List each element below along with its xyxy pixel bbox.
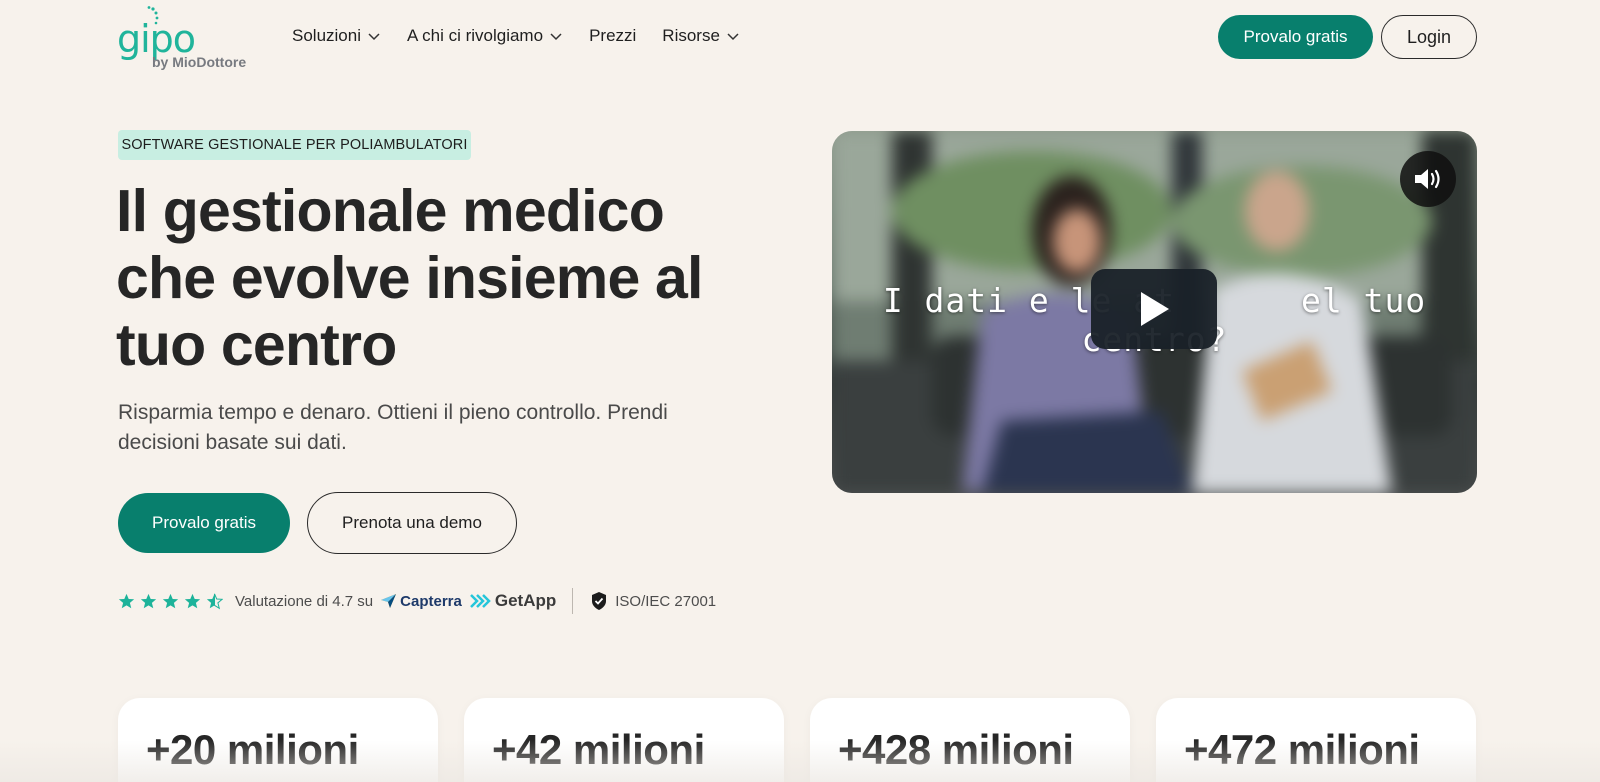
- nav-item-risorse[interactable]: Risorse: [662, 24, 740, 48]
- rating-text: Valutazione di 4.7 su: [235, 592, 374, 610]
- book-demo-button[interactable]: Prenota una demo: [307, 492, 517, 554]
- rating-row: Valutazione di 4.7 su Capterra GetApp IS…: [118, 588, 716, 614]
- hero-try-free-button[interactable]: Provalo gratis: [118, 493, 290, 553]
- main-nav: Soluzioni A chi ci rivolgiamo Prezzi Ris…: [292, 24, 740, 48]
- iso-label: ISO/IEC 27001: [615, 592, 717, 610]
- stat-card: +20 milioni: [118, 698, 438, 782]
- hero-badge: SOFTWARE GESTIONALE PER POLIAMBULATORI: [118, 130, 471, 160]
- hero-title-line: Il gestionale medico: [116, 178, 665, 244]
- stats-row: +20 milioni +42 milioni +428 milioni +47…: [118, 698, 1478, 782]
- getapp-label: GetApp: [494, 591, 557, 610]
- nav-item-a-chi-ci-rivolgiamo[interactable]: A chi ci rivolgiamo: [407, 24, 563, 48]
- hero-subtitle: Risparmia tempo e denaro. Ottieni il pie…: [118, 401, 668, 454]
- stat-card: +428 milioni: [810, 698, 1130, 782]
- hero-title-line: tuo centro: [116, 312, 397, 378]
- getapp-logo[interactable]: GetApp: [469, 591, 557, 611]
- capterra-icon: [381, 594, 397, 608]
- login-button[interactable]: Login: [1381, 15, 1477, 59]
- stat-card: +42 milioni: [464, 698, 784, 782]
- nav-item-soluzioni[interactable]: Soluzioni: [292, 24, 381, 48]
- stat-value: +42 milioni: [492, 726, 705, 773]
- chevron-down-icon: [550, 33, 562, 41]
- chevron-down-icon: [368, 33, 380, 41]
- stat-value: +472 milioni: [1184, 726, 1420, 773]
- iso-certification: ISO/IEC 27001: [591, 592, 716, 610]
- hero-video[interactable]: I dati e le atel tuo centro?: [832, 131, 1477, 493]
- header-try-free-button[interactable]: Provalo gratis: [1218, 15, 1373, 59]
- divider: [572, 588, 574, 614]
- star-icon: [140, 593, 157, 608]
- site-header: gipo by MioDottore Soluzioni A chi ci ri…: [0, 0, 1600, 76]
- nav-item-label: Soluzioni: [292, 26, 361, 45]
- gipo-logo[interactable]: gipo by MioDottore: [117, 6, 247, 70]
- half-star-icon: [206, 593, 223, 609]
- getapp-icon: [469, 594, 491, 608]
- star-icon: [118, 593, 135, 608]
- star-icon: [162, 593, 179, 608]
- shield-check-icon: [592, 592, 607, 610]
- star-icon: [184, 593, 201, 608]
- stat-value: +20 milioni: [146, 726, 359, 773]
- stat-value: +428 milioni: [838, 726, 1074, 773]
- speaker-icon: [1415, 169, 1440, 189]
- capterra-label: Capterra: [400, 592, 462, 610]
- rating-stars: [118, 593, 223, 610]
- play-icon: [1141, 292, 1169, 326]
- nav-item-label: Risorse: [662, 26, 720, 45]
- nav-item-label: Prezzi: [589, 26, 637, 45]
- chevron-down-icon: [727, 33, 739, 41]
- hero-title: Il gestionale medico che evolve insieme …: [116, 178, 756, 379]
- nav-item-prezzi[interactable]: Prezzi: [589, 24, 636, 48]
- sound-toggle-button[interactable]: [1400, 151, 1456, 207]
- logo-wordmark: gipo: [117, 17, 196, 61]
- capterra-logo[interactable]: Capterra: [381, 593, 462, 610]
- hero-title-line: che evolve insieme al: [116, 245, 703, 311]
- logo-subtitle: by MioDottore: [152, 54, 247, 70]
- stat-card: +472 milioni: [1156, 698, 1476, 782]
- play-button[interactable]: [1091, 269, 1217, 349]
- nav-item-label: A chi ci rivolgiamo: [407, 26, 544, 45]
